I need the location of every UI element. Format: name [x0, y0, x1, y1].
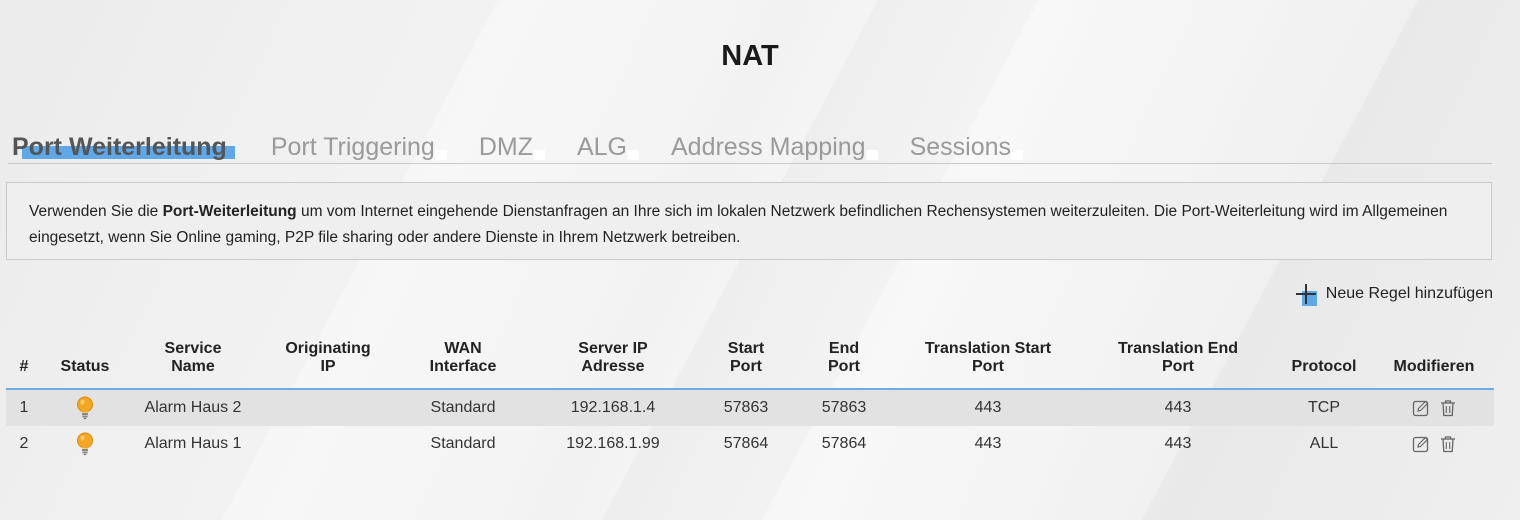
cell-translation-end-port: 443 [1082, 389, 1274, 426]
cell-originating-ip [258, 426, 398, 462]
tab-mark [1011, 150, 1024, 160]
tab-label: Port Triggering [270, 133, 435, 161]
tab-port-weiterleitung[interactable]: Port Weiterleitung [12, 131, 235, 163]
header-wan-interface: WAN Interface [398, 340, 528, 390]
header-translation-end-port: Translation End Port [1082, 340, 1274, 390]
port-forwarding-table: # Status Service Name Originating IP WAN In… [6, 340, 1494, 462]
cell-modify [1374, 426, 1494, 462]
delete-icon[interactable] [1440, 399, 1456, 417]
page-title: NAT [721, 40, 779, 72]
cell-service-name: Alarm Haus 1 [144, 435, 242, 452]
tab-alg[interactable]: ALG [576, 131, 639, 163]
header-service-name: Service Name [128, 340, 258, 390]
tab-divider [8, 163, 1492, 164]
info-box: Verwenden Sie die Port-Weiterleitung um … [6, 182, 1492, 260]
cell-protocol: ALL [1309, 435, 1339, 452]
cell-server-ip: 192.168.1.4 [528, 389, 698, 426]
header-num: # [6, 340, 42, 390]
tab-mark [434, 150, 447, 160]
cell-num: 2 [19, 435, 29, 452]
tab-port-triggering[interactable]: Port Triggering [270, 131, 447, 163]
tab-mark [627, 150, 639, 160]
delete-icon[interactable] [1440, 435, 1456, 453]
lightbulb-icon[interactable] [76, 432, 94, 456]
cell-num: 1 [6, 389, 42, 426]
tab-label: Address Mapping [671, 133, 866, 161]
header-end-port: End Port [794, 340, 894, 390]
lightbulb-icon[interactable] [76, 396, 94, 420]
edit-icon[interactable] [1412, 399, 1430, 417]
cell-translation-start-port: 443 [974, 435, 1002, 452]
table-header-row: # Status Service Name Originating IP WAN In… [6, 340, 1494, 390]
add-rule-button[interactable]: Neue Regel hinzufügen [1295, 283, 1493, 306]
cell-wan-interface: Standard [398, 389, 528, 426]
tab-label: Sessions [909, 133, 1012, 161]
header-server-ip: Server IP Adresse [528, 340, 698, 390]
tab-label: ALG [576, 133, 627, 161]
header-status: Status [42, 340, 128, 390]
cell-end-port: 57863 [794, 389, 894, 426]
tab-mark [865, 150, 878, 160]
cell-start-port: 57864 [723, 435, 769, 452]
cell-translation-start-port: 443 [894, 389, 1082, 426]
header-originating-ip: Originating IP [258, 340, 398, 390]
tab-mark [532, 150, 545, 160]
cell-protocol: TCP [1274, 389, 1374, 426]
info-text-bold: Port-Weiterleitung [162, 203, 297, 220]
cell-server-ip: 192.168.1.99 [566, 435, 660, 452]
table-row: 1 Alarm Haus 2 Standard 192.168.1.4 5786… [6, 389, 1494, 426]
plus-icon [1295, 283, 1318, 306]
cell-end-port: 57864 [821, 435, 867, 452]
tab-sessions[interactable]: Sessions [909, 131, 1024, 163]
info-text-pre: Verwenden Sie die [29, 203, 163, 220]
cell-status[interactable] [42, 389, 128, 426]
edit-icon[interactable] [1412, 435, 1430, 453]
table-row: 2 Alarm Haus 1 Standard 192.168.1.99 578… [6, 426, 1494, 462]
cell-modify [1374, 389, 1494, 426]
tab-dmz[interactable]: DMZ [478, 131, 545, 163]
cell-status[interactable] [42, 426, 128, 462]
add-rule-label: Neue Regel hinzufügen [1325, 285, 1493, 302]
cell-wan-interface: Standard [430, 435, 496, 452]
header-start-port: Start Port [698, 340, 794, 390]
header-protocol: Protocol [1274, 340, 1374, 390]
cell-originating-ip [258, 389, 398, 426]
cell-service-name: Alarm Haus 2 [128, 389, 258, 426]
cell-translation-end-port: 443 [1164, 435, 1192, 452]
header-translation-start-port: Translation Start Port [894, 340, 1082, 390]
tab-label: DMZ [478, 133, 533, 161]
tab-bar: Port Weiterleitung Port Triggering DMZ A… [12, 131, 1055, 163]
tab-label: Port Weiterleitung [12, 133, 227, 161]
cell-start-port: 57863 [698, 389, 794, 426]
header-modify: Modifieren [1374, 340, 1494, 390]
tab-address-mapping[interactable]: Address Mapping [671, 131, 878, 163]
